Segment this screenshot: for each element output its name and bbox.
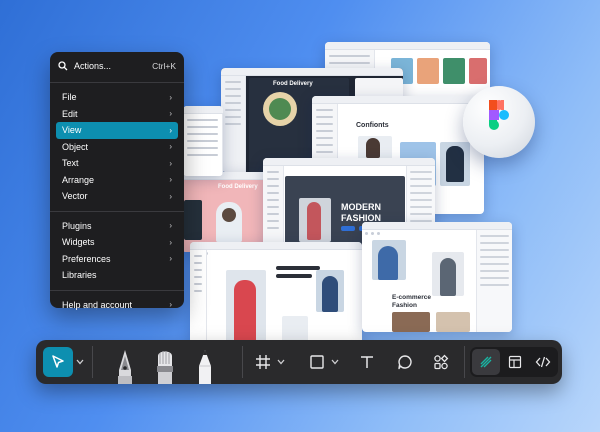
toolbar-divider [242,346,243,378]
modern-fashion-title: MODERN FASHION [341,202,382,223]
frame-tool-button[interactable] [252,351,274,373]
components-tool-button[interactable] [430,351,452,373]
food-delivery-2-title: Food Delivery [218,184,258,190]
menu-item-label: Object [62,141,89,152]
menu-item-object[interactable]: Object › [56,139,178,156]
prototype-mode-button[interactable] [501,349,529,375]
text-tool-button[interactable] [356,351,378,373]
move-tool-button[interactable] [43,347,73,377]
chevron-down-icon [76,359,84,365]
shape-tool-button[interactable] [306,351,328,373]
menu-divider [50,82,184,83]
pencil-tool-button[interactable] [188,344,222,384]
figma-logo-icon [489,100,509,130]
toolbar-divider [92,346,93,378]
dev-mode-button[interactable] [529,349,557,375]
chevron-right-icon: › [169,109,172,119]
menu-item-preferences[interactable]: Preferences › [56,251,178,268]
chevron-right-icon: › [169,300,172,310]
menu-item-help[interactable]: Help and account › [56,297,178,314]
menu-item-view[interactable]: View › [56,122,178,139]
fountain-pen-icon [118,350,132,384]
components-icon [434,354,449,370]
chevron-right-icon: › [169,175,172,185]
chevron-right-icon: › [169,92,172,102]
figma-logo [463,86,535,158]
toolbar-divider [464,346,465,378]
text-t-icon [361,356,373,368]
screenshot-left-list [183,106,223,176]
square-icon [310,355,324,369]
menu-item-plugins[interactable]: Plugins › [56,218,178,235]
search-icon [58,61,68,71]
actions-search[interactable]: Actions... Ctrl+K [56,56,178,76]
menu-divider [50,210,184,212]
brush-icon [157,351,173,384]
frame-tool-dropdown[interactable] [276,355,286,369]
chevron-right-icon: › [169,125,172,135]
comment-tool-button[interactable] [394,351,416,373]
menu-item-file[interactable]: File › [56,89,178,106]
ecommerce-title: E-commerce Fashion [392,294,432,309]
menu-item-label: Vector [62,191,88,202]
menu-group-main: File › Edit › View › Object › Text › Arrange ›… [56,89,178,205]
menu-item-text[interactable]: Text › [56,155,178,172]
move-tool-dropdown[interactable] [75,355,85,369]
hash-frame-icon [256,355,270,369]
menu-item-label: Libraries [62,270,97,281]
menu-item-label: Widgets [62,237,95,248]
actions-search-label: Actions... [74,61,112,71]
confionts-title: Confionts [356,122,389,129]
code-brackets-icon [535,356,551,368]
pen-tool-button[interactable] [108,344,142,384]
menu-item-label: Help and account [62,299,133,310]
menu-item-label: Plugins [62,220,92,231]
screenshot-fashion-article [190,242,362,344]
menu-item-label: Edit [62,108,78,119]
menu-item-vector[interactable]: Vector › [56,188,178,205]
chevron-right-icon: › [169,158,172,168]
menu-item-label: Arrange [62,174,95,185]
menu-item-label: Text [62,158,79,169]
menu-item-label: View [62,125,82,136]
menu-item-label: Preferences [62,253,111,264]
menu-divider [50,289,184,291]
chevron-down-icon [331,359,339,365]
mode-switcher [470,347,558,377]
chevron-down-icon [277,359,285,365]
cursor-arrow-icon [52,355,64,368]
actions-menu: Actions... Ctrl+K File › Edit › View › Obje… [50,52,184,310]
menu-item-edit[interactable]: Edit › [56,106,178,123]
chevron-right-icon: › [169,221,172,231]
menu-item-libraries[interactable]: Libraries [56,267,178,284]
menu-item-label: File [62,92,77,103]
chevron-right-icon: › [169,237,172,247]
screenshot-ecommerce: E-commerce Fashion [362,222,512,332]
chevron-right-icon: › [169,254,172,264]
pencil-icon [199,350,211,384]
layout-icon [508,355,522,369]
menu-item-widgets[interactable]: Widgets › [56,234,178,251]
speech-bubble-icon [398,355,412,370]
food-delivery-title: Food Delivery [273,81,313,87]
shape-tool-dropdown[interactable] [330,355,340,369]
shortcut-label: Ctrl+K [152,61,176,71]
menu-group-extensions: Plugins › Widgets › Preferences › Libraries [56,218,178,284]
menu-item-arrange[interactable]: Arrange › [56,172,178,189]
bottom-toolbar [36,340,562,384]
chevron-right-icon: › [169,191,172,201]
chevron-right-icon: › [169,142,172,152]
design-icon [480,356,492,368]
brush-tool-button[interactable] [148,344,182,384]
design-mode-button[interactable] [472,349,500,375]
